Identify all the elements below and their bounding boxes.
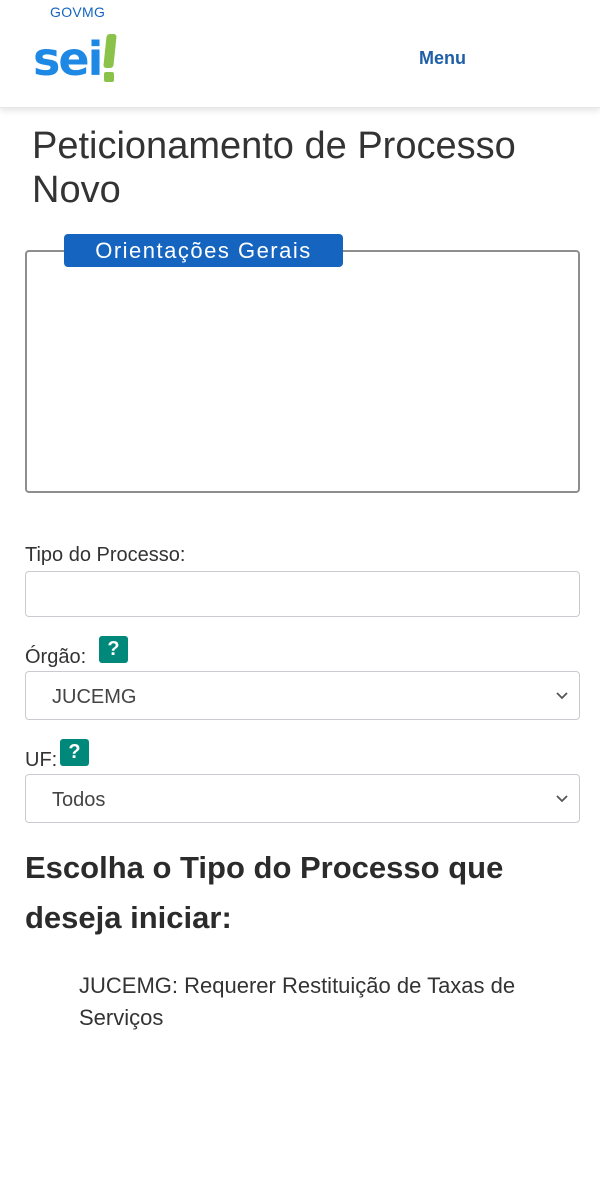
sei-logo[interactable]: sei <box>33 26 118 86</box>
chevron-down-icon <box>556 795 568 803</box>
orgao-selected-value: JUCEMG <box>52 686 137 708</box>
menu-button[interactable]: Menu <box>419 48 466 69</box>
uf-select[interactable]: Todos <box>25 774 580 823</box>
govmg-label: GOVMG <box>50 4 106 20</box>
sei-logo-text: sei <box>33 32 103 86</box>
tipo-processo-input[interactable] <box>25 571 580 617</box>
uf-selected-value: Todos <box>52 789 106 811</box>
tipo-processo-label: Tipo do Processo: <box>25 544 186 566</box>
orgao-label: Órgão: <box>25 646 87 668</box>
uf-help-icon[interactable]: ? <box>60 739 89 766</box>
orientacoes-gerais-box <box>25 250 580 493</box>
chevron-down-icon <box>556 692 568 700</box>
top-header: GOVMG sei Menu <box>0 0 600 108</box>
page-title: Peticionamento de Processo Novo <box>32 125 516 211</box>
uf-label: UF: <box>25 749 58 771</box>
choose-process-heading: Escolha o Tipo do Processo que deseja in… <box>25 850 504 935</box>
process-option-link[interactable]: JUCEMG: Requerer Restituição de Taxas de… <box>79 970 559 1034</box>
sei-logo-exclamation-icon <box>103 32 118 82</box>
orgao-help-icon[interactable]: ? <box>99 636 128 663</box>
orgao-select[interactable]: JUCEMG <box>25 671 580 720</box>
orientacoes-gerais-legend: Orientações Gerais <box>64 234 343 267</box>
